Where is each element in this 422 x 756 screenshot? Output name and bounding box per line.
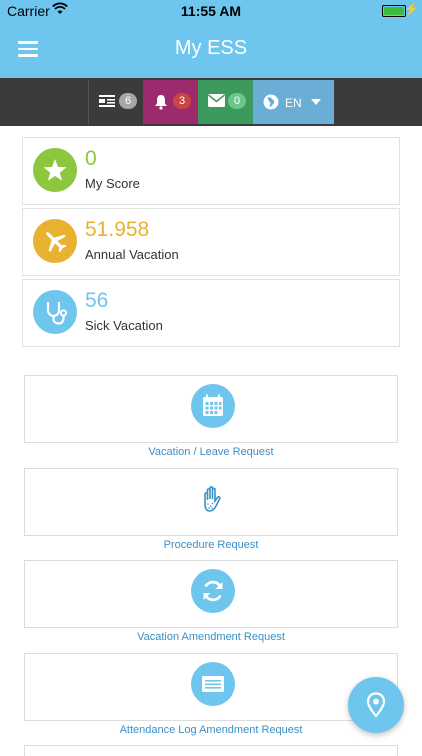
nav-bar: My ESS <box>0 22 422 78</box>
hand-icon <box>191 477 235 521</box>
score-value: 0 <box>85 147 97 170</box>
score-card: 0 My Score <box>22 137 400 205</box>
location-fab-button[interactable] <box>348 677 404 733</box>
vacation-leave-request-card[interactable] <box>24 375 398 443</box>
messages-count-badge: 0 <box>228 93 246 109</box>
sick-vacation-card: 56 Sick Vacation <box>22 279 400 347</box>
messages-button[interactable]: 0 <box>198 80 253 124</box>
airplane-icon <box>33 219 77 263</box>
notifications-count-badge: 3 <box>173 93 191 109</box>
news-count-badge: 6 <box>119 93 137 109</box>
language-selector[interactable]: EN <box>253 80 334 124</box>
score-label: My Score <box>85 176 140 191</box>
stethoscope-icon <box>33 290 77 334</box>
attendance-log-amendment-request-card[interactable] <box>24 653 398 721</box>
news-icon <box>99 94 115 113</box>
language-label: EN <box>285 96 302 110</box>
procedure-request-card[interactable] <box>24 468 398 536</box>
globe-icon <box>263 94 279 115</box>
vacation-amendment-request-label[interactable]: Vacation Amendment Request <box>0 631 422 643</box>
status-time: 11:55 AM <box>180 3 242 19</box>
chevron-down-icon <box>311 99 321 105</box>
sick-vacation-label: Sick Vacation <box>85 318 163 333</box>
star-icon <box>33 148 77 192</box>
notifications-button[interactable]: 3 <box>143 80 198 124</box>
envelope-icon <box>208 94 225 112</box>
next-request-card[interactable] <box>24 745 398 756</box>
battery-icon <box>382 5 406 17</box>
annual-vacation-value: 51.958 <box>85 218 150 241</box>
quick-toolbar: 6 3 0 EN <box>0 78 422 126</box>
sick-vacation-value: 56 <box>85 289 109 312</box>
procedure-request-label[interactable]: Procedure Request <box>0 539 422 551</box>
page-title: My ESS <box>174 37 248 59</box>
annual-vacation-card: 51.958 Annual Vacation <box>22 208 400 276</box>
bell-icon <box>153 94 169 115</box>
refresh-icon <box>191 569 235 613</box>
charging-icon: ⚡ <box>404 2 419 16</box>
map-pin-icon <box>366 692 386 718</box>
calendar-icon <box>191 384 235 428</box>
vacation-leave-request-label[interactable]: Vacation / Leave Request <box>0 446 422 458</box>
card-icon <box>191 662 235 706</box>
vacation-amendment-request-card[interactable] <box>24 560 398 628</box>
news-button[interactable]: 6 <box>88 80 144 124</box>
status-bar: Carrier 11:55 AM ⚡ <box>0 0 422 22</box>
annual-vacation-label: Annual Vacation <box>85 247 179 262</box>
